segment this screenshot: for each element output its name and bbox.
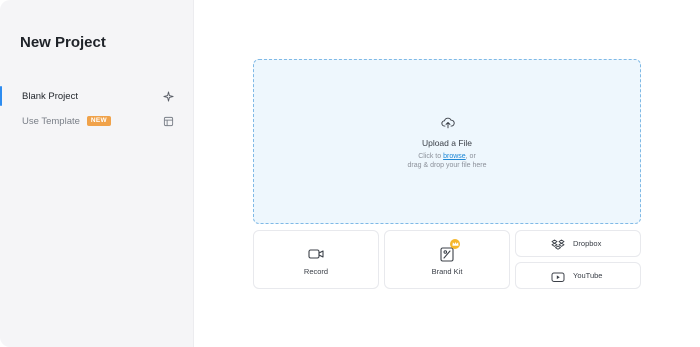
youtube-button[interactable]: YouTube xyxy=(515,262,641,289)
youtube-label: YouTube xyxy=(573,271,603,280)
record-button[interactable]: Record xyxy=(253,230,379,289)
template-icon xyxy=(162,115,174,127)
sidebar-item-label: Use Template xyxy=(22,115,80,127)
sidebar-item-label: Blank Project xyxy=(22,90,78,102)
sidebar-item-use-template[interactable]: Use Template NEW xyxy=(0,109,194,133)
active-indicator xyxy=(0,86,2,106)
sidebar-item-blank-project[interactable]: Blank Project xyxy=(0,84,194,108)
new-project-dialog: New Project Blank Project Use Template N… xyxy=(0,0,700,347)
youtube-icon xyxy=(551,270,565,282)
dropbox-label: Dropbox xyxy=(573,239,602,248)
dropbox-button[interactable]: Dropbox xyxy=(515,230,641,257)
upload-instructions: Click to browse, or drag & drop your fil… xyxy=(254,152,640,170)
brand-kit-label: Brand Kit xyxy=(431,267,463,276)
page-title: New Project xyxy=(20,34,106,51)
premium-crown-icon xyxy=(450,239,460,249)
camera-icon xyxy=(307,245,325,263)
brand-kit-button[interactable]: Brand Kit xyxy=(384,230,510,289)
record-label: Record xyxy=(303,267,329,276)
dropbox-icon xyxy=(551,238,565,250)
upload-instruction-prefix: Click to xyxy=(418,153,444,160)
upload-dropzone[interactable]: Upload a File Click to browse, or drag &… xyxy=(253,59,641,224)
upload-instruction-suffix: , or xyxy=(465,153,476,160)
sidebar: New Project Blank Project Use Template N… xyxy=(0,0,194,347)
upload-title: Upload a File xyxy=(421,138,473,148)
sparkle-icon xyxy=(162,90,174,102)
brand-kit-icon xyxy=(438,239,460,263)
new-badge: NEW xyxy=(86,116,111,126)
upload-instruction-drag: drag & drop your file here xyxy=(407,162,487,169)
browse-link[interactable]: browse xyxy=(443,153,466,160)
cloud-upload-icon xyxy=(441,116,455,130)
